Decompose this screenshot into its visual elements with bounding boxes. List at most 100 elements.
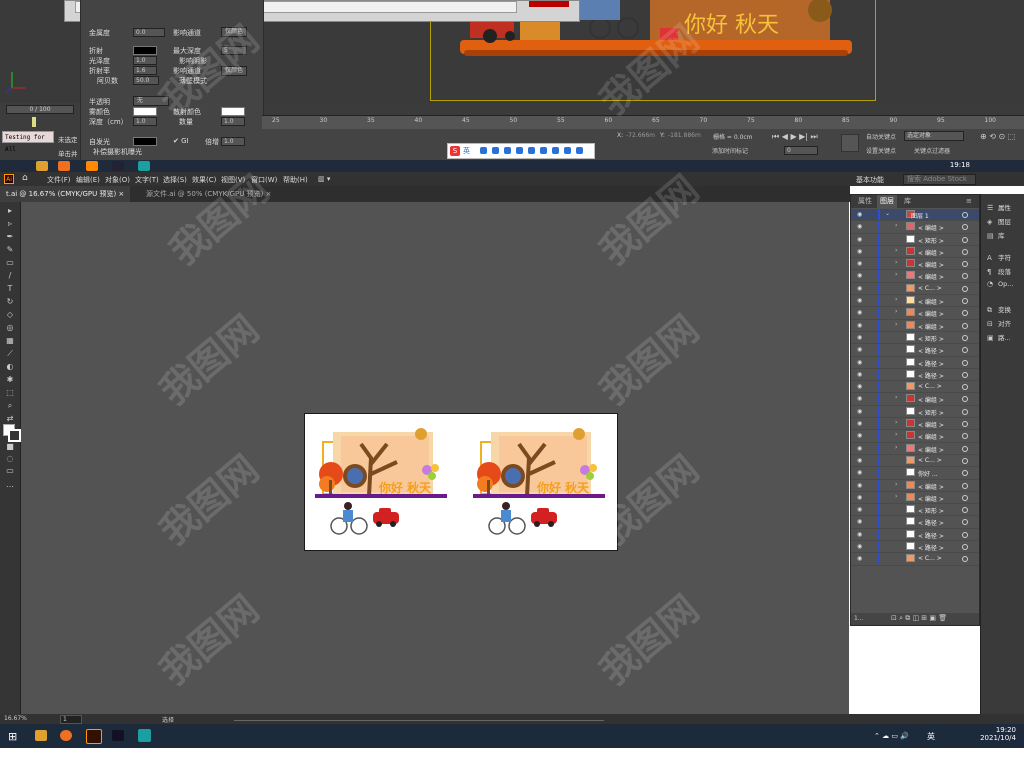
layer-row[interactable]: ◉ › < 编组 >	[851, 245, 979, 259]
paintbrush-tool-icon[interactable]: /	[5, 271, 15, 280]
moon-icon[interactable]	[480, 147, 487, 154]
layer-name[interactable]: < C... >	[918, 383, 942, 390]
amount-input[interactable]: 1.0	[221, 117, 245, 126]
draw-mode-icon[interactable]: ◌	[5, 454, 15, 463]
color-mode-icons[interactable]: ■	[5, 442, 15, 451]
home-icon[interactable]: ⌂	[22, 173, 28, 183]
layer-row-top[interactable]: ◉ ⌄ 图层 1	[851, 209, 979, 222]
keyboard-icon[interactable]	[528, 147, 535, 154]
layer-row[interactable]: ◉ < 路径 >	[851, 516, 979, 529]
layer-row[interactable]: ◉ < 矩形 >	[851, 405, 979, 419]
compensate-exposure-checkbox[interactable]: 补偿摄影机曝光	[93, 147, 142, 157]
layer-row[interactable]: ◉ < 路径 >	[851, 368, 979, 382]
key-filter-button[interactable]: 关键点过滤器	[914, 146, 950, 155]
visibility-eye-icon[interactable]: ◉	[857, 432, 862, 439]
target-circle-icon[interactable]	[962, 371, 968, 378]
artboard-tool-icon[interactable]: ⬚	[5, 388, 15, 397]
layer-name[interactable]: < 编组 >	[918, 420, 944, 429]
viewport-nav-icons[interactable]: ⊕ ⟲ ⊙ ⬚	[980, 132, 1015, 141]
multiply-input[interactable]: 1.0	[221, 137, 245, 146]
menu-view[interactable]: 视图(V)	[221, 175, 245, 185]
visibility-eye-icon[interactable]: ◉	[857, 457, 862, 464]
visibility-eye-icon[interactable]: ◉	[857, 211, 862, 218]
layer-name[interactable]: < 矩形 >	[918, 408, 944, 417]
layer-row[interactable]: ◉ › < 编组 >	[851, 295, 979, 308]
key-icon[interactable]	[841, 134, 859, 152]
emoji-icon[interactable]	[504, 147, 511, 154]
playback-controls[interactable]: ⏮ ◀ ▶ ▶| ⏭	[772, 132, 818, 142]
menu-edit[interactable]: 编辑(E)	[76, 175, 100, 185]
browser-icon[interactable]	[58, 161, 70, 171]
fog-color-swatch[interactable]	[133, 107, 157, 116]
color-only-dropdown[interactable]: 仅颜色	[221, 27, 248, 37]
refraction-swatch[interactable]	[133, 46, 157, 55]
visibility-eye-icon[interactable]: ◉	[857, 445, 862, 452]
target-circle-icon[interactable]	[962, 445, 968, 452]
menu-select[interactable]: 选择(S)	[163, 175, 187, 185]
stock-search-input[interactable]: 搜索 Adobe Stock	[903, 174, 976, 185]
menu-window[interactable]: 窗口(W)	[251, 175, 277, 185]
visibility-eye-icon[interactable]: ◉	[857, 309, 862, 316]
direct-selection-tool-icon[interactable]: ▹	[5, 219, 15, 228]
dock-item[interactable]: ◔ Op...	[987, 280, 1013, 288]
layer-name[interactable]: < C... >	[918, 457, 942, 464]
expand-arrow-icon[interactable]: ›	[895, 481, 897, 488]
layer-row[interactable]: ◉ < 路径 >	[851, 344, 979, 357]
visibility-eye-icon[interactable]: ◉	[857, 543, 862, 550]
expand-arrow-icon[interactable]: ›	[895, 321, 897, 328]
y-coord-input[interactable]: -181.886m	[668, 132, 701, 139]
skin-icon[interactable]	[540, 147, 547, 154]
target-circle-icon[interactable]	[962, 421, 968, 428]
blend-tool-icon[interactable]: ◐	[5, 362, 15, 371]
target-circle-icon[interactable]	[962, 507, 968, 514]
app-icon[interactable]	[112, 161, 124, 171]
target-circle-icon[interactable]	[962, 248, 968, 255]
visibility-eye-icon[interactable]: ◉	[857, 395, 862, 402]
dialog-close-button[interactable]	[529, 1, 569, 7]
layer-name[interactable]: < 编组 >	[918, 272, 944, 281]
ior-input[interactable]: 1.6	[133, 66, 157, 75]
expand-arrow-icon[interactable]: ›	[895, 271, 897, 278]
shirt-icon[interactable]	[552, 147, 559, 154]
3dsmax-icon[interactable]	[138, 161, 150, 171]
layer-row[interactable]: ◉ < C... >	[851, 381, 979, 394]
layer-name[interactable]: < 编组 >	[918, 223, 944, 232]
layer-row[interactable]: ◉ › < 编组 >	[851, 221, 979, 234]
browser-icon[interactable]	[60, 730, 72, 741]
expand-arrow-icon[interactable]: ›	[895, 296, 897, 303]
target-circle-icon[interactable]	[962, 519, 968, 526]
layer-row[interactable]: ◉ › < 编组 >	[851, 418, 979, 431]
target-circle-icon[interactable]	[962, 236, 968, 243]
expand-arrow-icon[interactable]: ›	[895, 444, 897, 451]
visibility-eye-icon[interactable]: ◉	[857, 236, 862, 243]
layer-row[interactable]: ◉ › < 编组 >	[851, 430, 979, 443]
ime-toolbar[interactable]: S 英	[447, 143, 595, 159]
visibility-eye-icon[interactable]: ◉	[857, 334, 862, 341]
dock-item[interactable]: ¶ 段落	[987, 266, 1011, 276]
gloss-input[interactable]: 1.0	[133, 56, 157, 65]
depth-input[interactable]: 1.0	[133, 117, 157, 126]
layer-row[interactable]: ◉ < C... >	[851, 282, 979, 296]
target-circle-icon[interactable]	[962, 359, 968, 366]
add-time-tag-button[interactable]: 添加时间标记	[712, 146, 748, 155]
menu-file[interactable]: 文件(F)	[47, 175, 71, 185]
layer-name[interactable]: < 矩形 >	[918, 236, 944, 245]
horizontal-scrollbar[interactable]	[234, 715, 604, 721]
visibility-eye-icon[interactable]: ◉	[857, 518, 862, 525]
visibility-eye-icon[interactable]: ◉	[857, 359, 862, 366]
tab-properties[interactable]: 属性	[855, 195, 875, 208]
sogou-icon[interactable]: S	[450, 146, 460, 156]
tab-document-1[interactable]: t.ai @ 16.67% (CMYK/GPU 预览) ×	[0, 186, 131, 202]
translucency-dropdown[interactable]: 无	[133, 96, 169, 106]
expand-arrow-icon[interactable]: ›	[895, 431, 897, 438]
layer-name[interactable]: < 路径 >	[918, 346, 944, 355]
visibility-eye-icon[interactable]: ◉	[857, 346, 862, 353]
folder-icon[interactable]	[36, 161, 48, 171]
target-circle-icon[interactable]	[962, 470, 968, 477]
layer-name[interactable]: < 编组 >	[918, 494, 944, 503]
scatter-color-swatch[interactable]	[221, 107, 245, 116]
layer-name[interactable]: < 编组 >	[918, 248, 944, 257]
layer-name[interactable]: < C... >	[918, 555, 942, 562]
input-language[interactable]: 英	[927, 731, 935, 742]
eyedropper-tool-icon[interactable]: ⟋	[5, 349, 15, 358]
